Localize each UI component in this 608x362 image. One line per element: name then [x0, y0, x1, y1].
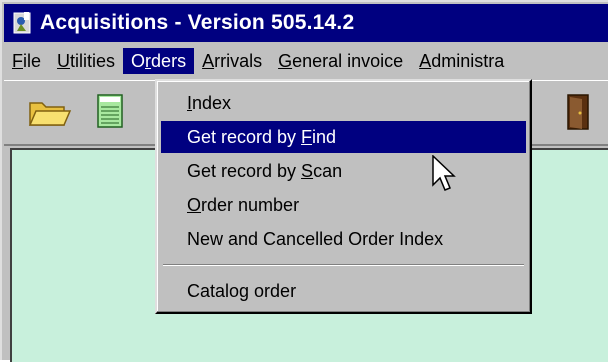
menu-general-invoice[interactable]: General invoice: [270, 48, 411, 74]
mouse-pointer-icon: [432, 155, 458, 195]
menu-scan-mnemonic: S: [301, 161, 314, 181]
app-icon[interactable]: [12, 9, 34, 37]
menu-general-invoice-post: eneral invoice: [292, 51, 404, 71]
menu-administration-post: dministra: [431, 51, 505, 71]
notepad-icon: [86, 87, 134, 137]
menu-find-pre: Get record by: [187, 127, 302, 147]
menu-arrivals-mnemonic: A: [202, 51, 215, 71]
notepad-button[interactable]: [86, 87, 134, 137]
menu-utilities-mnemonic: U: [57, 51, 71, 71]
orders-menu-get-record-by-scan[interactable]: Get record by Scan: [161, 155, 526, 187]
menu-find-mnemonic: F: [301, 127, 313, 147]
menu-administration-mnemonic: A: [419, 51, 432, 71]
menu-file[interactable]: File: [4, 48, 49, 74]
menu-arrivals[interactable]: Arrivals: [194, 48, 270, 74]
menu-bar: File Utilities Or ders Arrivals General i…: [4, 44, 608, 78]
menu-general-invoice-mnemonic: G: [278, 51, 293, 71]
orders-dropdown-menu: Index Get record by Find Get record by S…: [155, 79, 532, 314]
menu-utilities[interactable]: Utilities: [49, 48, 123, 74]
menu-new-cancelled-label: New and Cancelled Order Index: [187, 229, 444, 249]
menu-separator: [163, 264, 524, 266]
menu-file-mnemonic: F: [12, 51, 23, 71]
menu-index-post: ndex: [192, 93, 232, 113]
menu-administration[interactable]: Administra: [411, 48, 512, 74]
menu-orders-post: ders: [151, 51, 187, 71]
menu-arrivals-post: rrivals: [214, 51, 263, 71]
menu-orders-pre: O: [131, 51, 146, 71]
open-folder-button[interactable]: [24, 87, 72, 137]
orders-menu-index[interactable]: Index: [161, 87, 526, 119]
door-exit-icon: [554, 87, 602, 137]
menu-order-number-post: rder number: [201, 195, 300, 215]
orders-menu-new-and-cancelled-order-index[interactable]: New and Cancelled Order Index: [161, 223, 526, 255]
folder-icon: [24, 87, 72, 137]
menu-orders[interactable]: Or ders: [123, 48, 195, 74]
orders-menu-get-record-by-find[interactable]: Get record by Find: [161, 121, 526, 153]
title-bar[interactable]: Acquisitions - Version 505.14.2: [4, 4, 608, 42]
menu-scan-post: can: [313, 161, 343, 181]
menu-order-number-mnemonic: O: [187, 195, 202, 215]
window-title: Acquisitions - Version 505.14.2: [40, 11, 355, 34]
menu-scan-pre: Get record by: [187, 161, 302, 181]
orders-menu-order-number[interactable]: Order number: [161, 189, 526, 221]
orders-menu-catalog-order[interactable]: Catalog order: [161, 275, 526, 307]
menu-find-post: ind: [312, 127, 337, 147]
menu-file-post: ile: [23, 51, 42, 71]
exit-button[interactable]: [554, 87, 602, 137]
menu-catalog-order-label: Catalog order: [187, 281, 297, 301]
menu-utilities-post: tilities: [70, 51, 116, 71]
